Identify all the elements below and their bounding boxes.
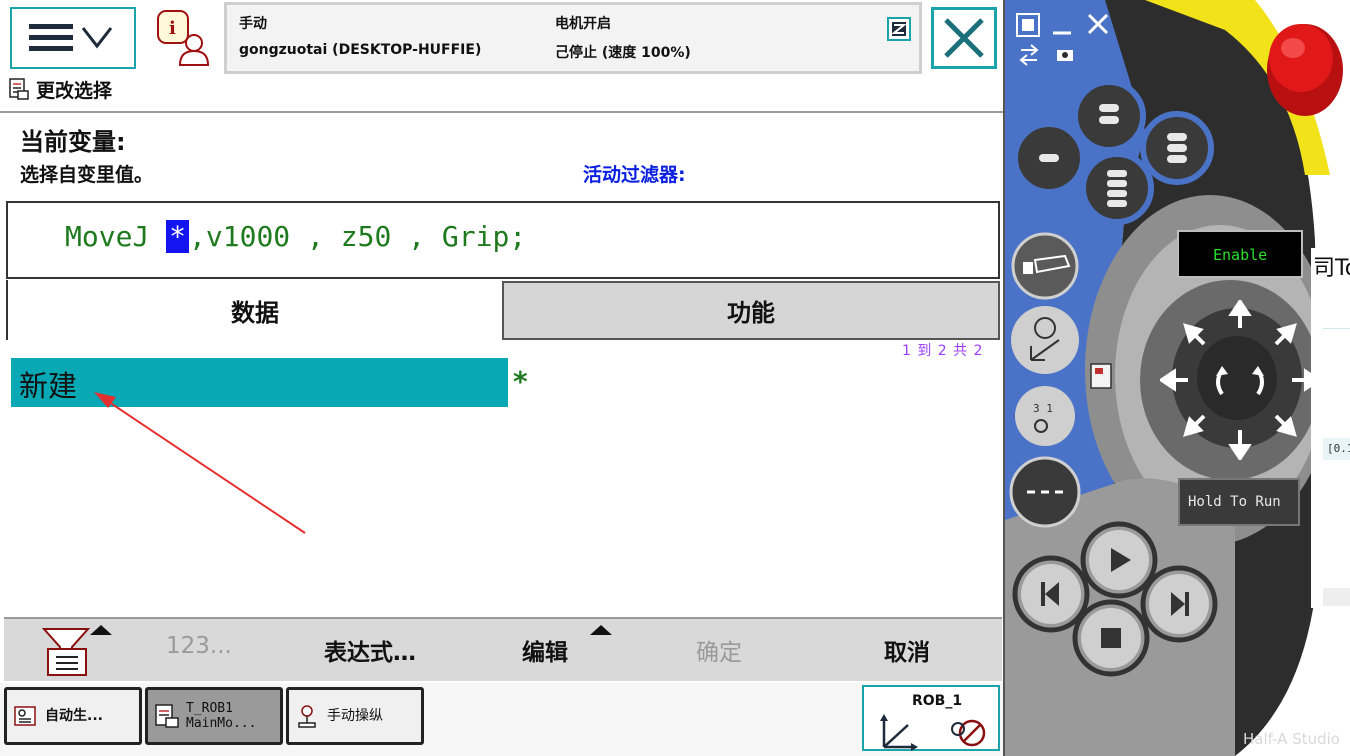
window-controls: [1016, 13, 1109, 66]
taskbar-jogging[interactable]: 手动操纵: [286, 687, 424, 745]
edit-button[interactable]: 编辑: [522, 633, 568, 667]
taskbar-task-line1: T_ROB1: [186, 701, 233, 716]
instruction-line: MoveJ * ,v1000 , z50 , Grip;: [65, 220, 526, 253]
filter-icon[interactable]: [42, 625, 92, 677]
list-item-new[interactable]: 新建: [11, 358, 508, 407]
enable-button[interactable]: Enable: [1177, 230, 1303, 278]
quickset-robot-button[interactable]: ROB_1: [862, 685, 1000, 751]
instruction-text: 选择自变里值。: [20, 164, 154, 186]
numeric-button[interactable]: 123...: [166, 633, 232, 659]
instruction-editor: MoveJ * ,v1000 , z50 , Grip;: [6, 201, 1000, 279]
pendant-side-keys[interactable]: 3 1: [1007, 232, 1087, 532]
hold-to-run-label: Hold To Run: [1188, 494, 1281, 510]
flexpendant-screen: i 手动 gongzuotai (DESKTOP-HUFFIE) 电机开启 己停…: [0, 0, 1005, 756]
robot-name: ROB_1: [912, 693, 963, 709]
background-window-text: 司To: [1313, 256, 1350, 281]
view-header: 更改选择: [8, 76, 112, 102]
tab-data[interactable]: 数据: [6, 280, 502, 340]
status-bar: 手动 gongzuotai (DESKTOP-HUFFIE) 电机开启 己停止 …: [224, 2, 922, 74]
jogging-icon: [298, 705, 316, 728]
view-title: 更改选择: [36, 79, 113, 102]
menu-icon: [29, 24, 113, 51]
quickset-icon[interactable]: [887, 17, 911, 41]
production-window-icon: [14, 706, 36, 726]
taskbar-task-line2: MainMo...: [186, 716, 257, 731]
list-item-value: *: [513, 365, 528, 398]
list-count: 1 到 2 共 2: [902, 343, 984, 359]
event-log-button[interactable]: i: [152, 7, 216, 69]
virtual-pendant: 3 1 Enable Hold To Run 司T [0. Half-A Stu…: [1005, 0, 1350, 756]
ok-button[interactable]: 确定: [696, 633, 742, 667]
close-icon: [944, 18, 984, 58]
taskbar-jog-label: 手动操纵: [327, 707, 383, 724]
program-editor-icon: [155, 704, 179, 728]
edit-expand-icon: [590, 625, 612, 635]
selected-argument[interactable]: *: [166, 220, 190, 253]
watermark: Half-A Studio: [1243, 730, 1340, 748]
filter-expand-icon: [90, 625, 112, 635]
cancel-button[interactable]: 取消: [884, 633, 930, 667]
current-variable-label: 当前变量:: [20, 128, 126, 156]
close-button[interactable]: [931, 7, 997, 69]
event-info-icon: i: [157, 10, 210, 66]
screen-toggle-icon[interactable]: [1089, 362, 1115, 392]
taskbar-auto-production[interactable]: 自动生...: [4, 687, 142, 745]
program-run-keys[interactable]: [1007, 520, 1223, 756]
header-divider: [0, 111, 1003, 113]
tab-function[interactable]: 功能: [502, 281, 1000, 340]
motor-state: 电机开启: [555, 16, 611, 32]
main-menu-button[interactable]: [10, 7, 136, 69]
taskbar-program-editor[interactable]: T_ROB1 MainMo...: [145, 687, 283, 745]
taskbar-auto-label: 自动生...: [45, 707, 103, 724]
background-window-value: [0.1: [1327, 442, 1350, 455]
joystick[interactable]: [1160, 300, 1320, 460]
programmable-keys[interactable]: [1009, 78, 1225, 238]
taskbar-task-label: T_ROB1 MainMo...: [186, 701, 256, 731]
operating-mode: 手动: [239, 16, 267, 32]
enable-label: Enable: [1213, 246, 1268, 264]
program-editor-icon: [9, 78, 29, 100]
svg-text:3 1: 3 1: [1033, 402, 1053, 415]
svg-text:i: i: [169, 18, 176, 39]
instruction-text-after: ,v1000 , z50 , Grip;: [189, 220, 527, 253]
instruction-text-before: MoveJ: [65, 220, 167, 253]
hold-to-run-button[interactable]: Hold To Run: [1178, 478, 1300, 526]
system-name: gongzuotai (DESKTOP-HUFFIE): [239, 42, 482, 58]
taskbar: 自动生... T_ROB1 MainMo... 手动操纵 ROB_1: [0, 683, 1003, 756]
active-filter-label: 活动过滤器:: [583, 164, 686, 186]
command-bar: 123... 表达式… 编辑 确定 取消: [4, 617, 1002, 681]
background-window-edge: 司To [0.1: [1311, 248, 1350, 608]
robot-axes-icon: [880, 714, 986, 751]
expression-button[interactable]: 表达式…: [324, 633, 416, 667]
program-state: 己停止 (速度 100%): [555, 45, 691, 61]
